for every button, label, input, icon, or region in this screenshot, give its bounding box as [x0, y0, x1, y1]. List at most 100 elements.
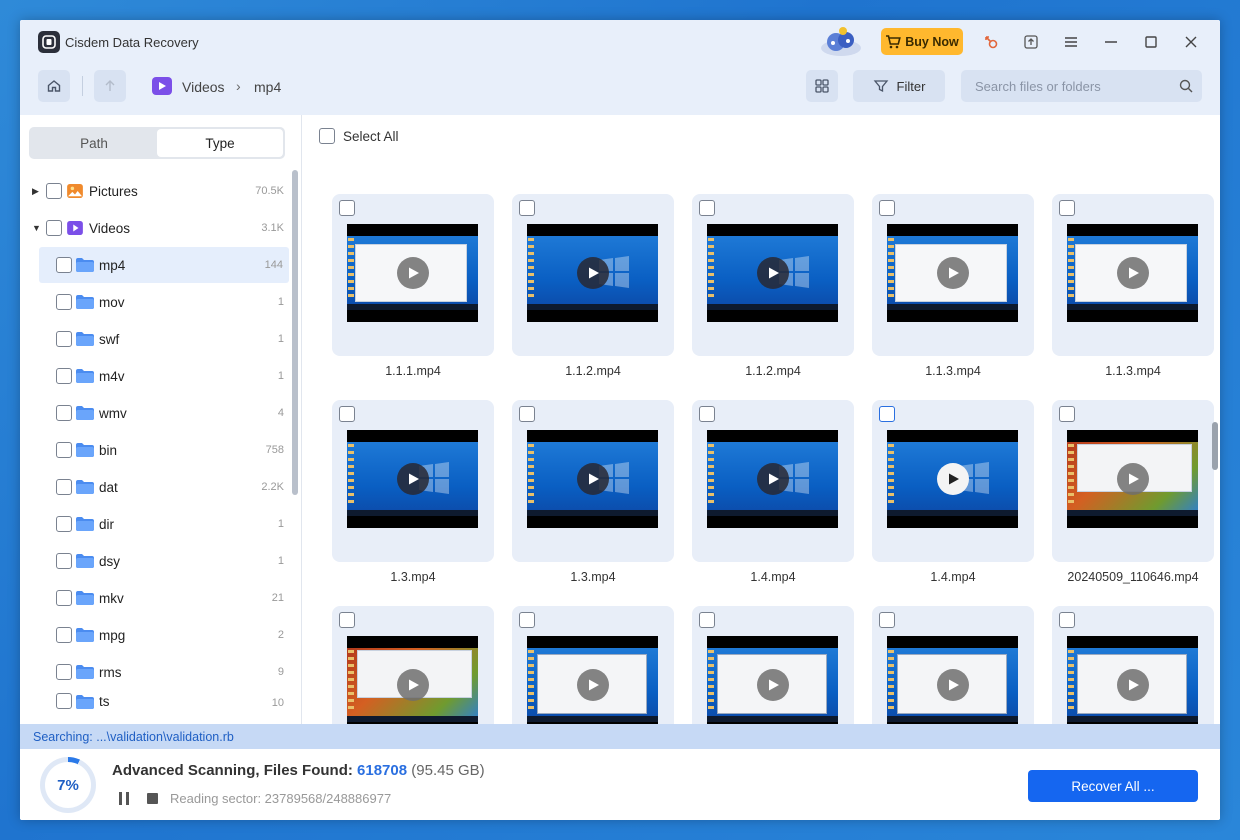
grid-view-button[interactable]: [806, 70, 838, 102]
file-card[interactable]: [332, 194, 494, 356]
file-card[interactable]: [692, 194, 854, 356]
tree-item-dir[interactable]: dir 1: [20, 506, 290, 542]
file-checkbox[interactable]: [879, 612, 895, 628]
file-card[interactable]: [512, 400, 674, 562]
select-all-checkbox[interactable]: [319, 128, 335, 144]
tree-checkbox[interactable]: [56, 257, 72, 273]
video-thumbnail[interactable]: [527, 430, 658, 528]
tree-checkbox[interactable]: [56, 368, 72, 384]
video-thumbnail[interactable]: [1067, 430, 1198, 528]
file-checkbox[interactable]: [519, 406, 535, 422]
file-checkbox[interactable]: [1059, 200, 1075, 216]
tree-checkbox[interactable]: [56, 479, 72, 495]
filter-button[interactable]: Filter: [853, 70, 945, 102]
export-icon[interactable]: [1021, 32, 1041, 52]
pause-icon[interactable]: [118, 792, 130, 805]
file-checkbox[interactable]: [879, 406, 895, 422]
maximize-icon[interactable]: [1141, 32, 1161, 52]
key-icon[interactable]: [981, 32, 1001, 52]
file-checkbox[interactable]: [699, 200, 715, 216]
tree-item-mpg[interactable]: mpg 2: [20, 617, 290, 653]
tree-item-bin[interactable]: bin 758: [20, 432, 290, 468]
play-icon[interactable]: [577, 257, 609, 289]
play-icon[interactable]: [757, 669, 789, 701]
tree-checkbox[interactable]: [56, 693, 72, 709]
video-thumbnail[interactable]: [707, 430, 838, 528]
file-card[interactable]: [872, 194, 1034, 356]
play-icon[interactable]: [577, 463, 609, 495]
tree-checkbox[interactable]: [46, 183, 62, 199]
tree-checkbox[interactable]: [46, 220, 62, 236]
play-icon[interactable]: [757, 463, 789, 495]
file-card[interactable]: [1052, 194, 1214, 356]
tree-item-videos[interactable]: ▼ Videos 3.1K: [20, 210, 290, 246]
file-card[interactable]: [692, 606, 854, 724]
tree-item-swf[interactable]: swf 1: [20, 321, 290, 357]
up-button[interactable]: [94, 70, 126, 102]
play-icon[interactable]: [577, 669, 609, 701]
tree-checkbox[interactable]: [56, 331, 72, 347]
play-icon[interactable]: [397, 463, 429, 495]
file-checkbox[interactable]: [879, 200, 895, 216]
play-icon[interactable]: [937, 463, 969, 495]
video-thumbnail[interactable]: [887, 636, 1018, 724]
play-icon[interactable]: [937, 669, 969, 701]
video-thumbnail[interactable]: [887, 224, 1018, 322]
tree-item-ts[interactable]: ts 10: [20, 691, 290, 709]
video-thumbnail[interactable]: [527, 224, 658, 322]
play-icon[interactable]: [1117, 463, 1149, 495]
buy-now-button[interactable]: Buy Now: [881, 28, 963, 55]
search-icon[interactable]: [1178, 78, 1194, 94]
file-card[interactable]: [1052, 400, 1214, 562]
play-icon[interactable]: [397, 669, 429, 701]
video-thumbnail[interactable]: [527, 636, 658, 724]
file-checkbox[interactable]: [1059, 406, 1075, 422]
sidebar-scrollbar[interactable]: [292, 170, 298, 495]
video-thumbnail[interactable]: [1067, 224, 1198, 322]
tree-item-m4v[interactable]: m4v 1: [20, 358, 290, 394]
tab-path[interactable]: Path: [31, 129, 157, 157]
file-card[interactable]: [332, 606, 494, 724]
tree-checkbox[interactable]: [56, 553, 72, 569]
tree-item-mov[interactable]: mov 1: [20, 284, 290, 320]
tab-type[interactable]: Type: [157, 129, 283, 157]
video-thumbnail[interactable]: [707, 224, 838, 322]
tree-checkbox[interactable]: [56, 664, 72, 680]
tree-item-dsy[interactable]: dsy 1: [20, 543, 290, 579]
tree-item-pictures[interactable]: ▶ Pictures 70.5K: [20, 173, 290, 209]
select-all[interactable]: Select All: [319, 128, 399, 144]
tree-checkbox[interactable]: [56, 405, 72, 421]
file-checkbox[interactable]: [339, 612, 355, 628]
tree-item-dat[interactable]: dat 2.2K: [20, 469, 290, 505]
play-icon[interactable]: [397, 257, 429, 289]
video-thumbnail[interactable]: [347, 224, 478, 322]
menu-icon[interactable]: [1061, 32, 1081, 52]
recover-all-button[interactable]: Recover All ...: [1028, 770, 1198, 802]
file-card[interactable]: [1052, 606, 1214, 724]
file-card[interactable]: [512, 194, 674, 356]
play-icon[interactable]: [1117, 257, 1149, 289]
video-thumbnail[interactable]: [1067, 636, 1198, 724]
file-card[interactable]: [872, 400, 1034, 562]
video-thumbnail[interactable]: [887, 430, 1018, 528]
video-thumbnail[interactable]: [707, 636, 838, 724]
file-card[interactable]: [692, 400, 854, 562]
home-button[interactable]: [38, 70, 70, 102]
tree-checkbox[interactable]: [56, 294, 72, 310]
file-checkbox[interactable]: [339, 406, 355, 422]
play-icon[interactable]: [937, 257, 969, 289]
file-card[interactable]: [332, 400, 494, 562]
file-card[interactable]: [512, 606, 674, 724]
main-scrollbar[interactable]: [1212, 422, 1218, 470]
minimize-icon[interactable]: [1101, 32, 1121, 52]
file-checkbox[interactable]: [519, 612, 535, 628]
play-icon[interactable]: [757, 257, 789, 289]
breadcrumb-mp4[interactable]: mp4: [254, 79, 281, 95]
caret-right-icon[interactable]: ▶: [32, 186, 39, 197]
tree-checkbox[interactable]: [56, 442, 72, 458]
caret-down-icon[interactable]: ▼: [32, 223, 41, 233]
promo-gift-icon[interactable]: [818, 24, 864, 58]
file-checkbox[interactable]: [699, 406, 715, 422]
search-input[interactable]: [961, 78, 1166, 94]
tree-item-wmv[interactable]: wmv 4: [20, 395, 290, 431]
